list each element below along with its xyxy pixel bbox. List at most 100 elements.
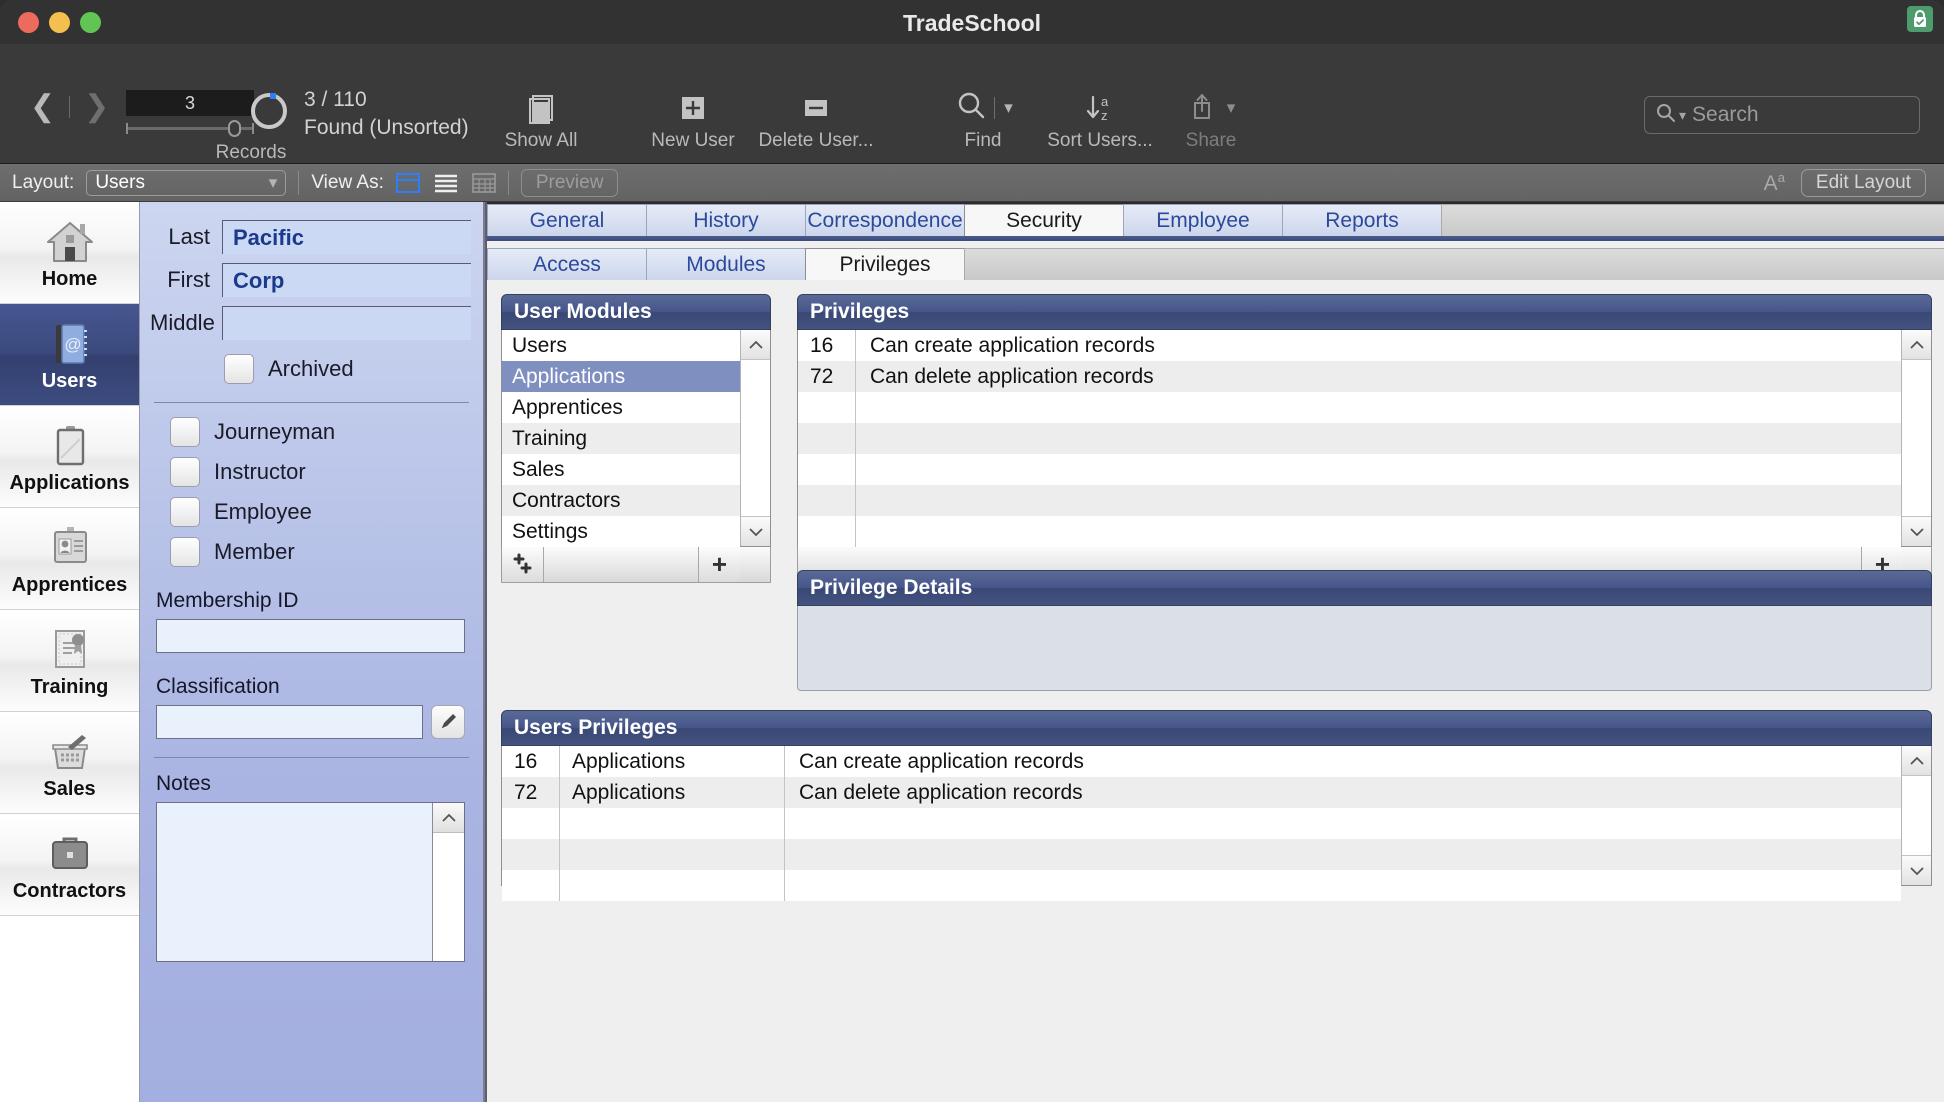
journeyman-checkbox[interactable] bbox=[170, 417, 200, 447]
tab-reports[interactable]: Reports bbox=[1282, 204, 1442, 236]
show-all-button[interactable]: Show All bbox=[466, 86, 616, 152]
users-privileges-scrollbar[interactable] bbox=[1901, 746, 1931, 885]
share-button[interactable]: ▾ Share bbox=[1138, 86, 1284, 152]
list-item[interactable]: Sales bbox=[502, 454, 740, 485]
role-row-journeyman[interactable]: Journeyman bbox=[170, 417, 483, 447]
id-badge-icon bbox=[42, 520, 98, 572]
chevron-up-icon[interactable] bbox=[1902, 330, 1931, 360]
middle-name-input[interactable] bbox=[222, 306, 471, 340]
chevron-down-icon[interactable] bbox=[741, 516, 770, 546]
next-record-button[interactable]: ❯ bbox=[84, 92, 109, 122]
pencil-icon[interactable] bbox=[431, 705, 465, 739]
sidebar-item-apprentices[interactable]: Apprentices bbox=[0, 508, 139, 610]
table-row[interactable] bbox=[798, 516, 1901, 547]
table-row[interactable]: 16 Applications Can create application r… bbox=[502, 746, 1901, 777]
list-item[interactable]: Contractors bbox=[502, 485, 740, 516]
record-slider[interactable] bbox=[126, 119, 254, 137]
user-modules-toolbar-gap bbox=[544, 547, 698, 582]
form-view-icon[interactable] bbox=[395, 172, 420, 193]
role-row-employee[interactable]: Employee bbox=[170, 497, 483, 527]
chevron-down-icon[interactable] bbox=[1902, 516, 1931, 546]
layout-select[interactable]: Users ▾ bbox=[86, 169, 287, 196]
last-name-input[interactable]: Pacific bbox=[222, 220, 471, 254]
delete-user-button[interactable]: Delete User... bbox=[742, 86, 890, 152]
archived-checkbox[interactable] bbox=[224, 354, 254, 384]
list-item[interactable]: Training bbox=[502, 423, 740, 454]
tab-modules[interactable]: Modules bbox=[646, 248, 806, 280]
notes-textarea[interactable] bbox=[156, 802, 465, 962]
share-chevron-down-icon[interactable]: ▾ bbox=[1227, 98, 1236, 118]
classification-input[interactable] bbox=[156, 705, 423, 739]
table-row[interactable]: 16 Can create application records bbox=[798, 330, 1901, 361]
tab-privileges[interactable]: Privileges bbox=[805, 248, 965, 280]
sidebar-item-users[interactable]: @ Users bbox=[0, 304, 139, 406]
first-name-input[interactable]: Corp bbox=[222, 263, 471, 297]
table-row[interactable] bbox=[502, 839, 1901, 870]
chevron-up-icon[interactable] bbox=[433, 803, 464, 833]
last-name-label: Last bbox=[168, 224, 210, 249]
sidebar-item-label: Apprentices bbox=[11, 574, 128, 596]
instructor-checkbox[interactable] bbox=[170, 457, 200, 487]
notes-content[interactable] bbox=[157, 803, 432, 961]
list-item[interactable]: Settings bbox=[502, 516, 740, 547]
classification-label: Classification bbox=[156, 675, 280, 698]
sidebar-item-sales[interactable]: Sales bbox=[0, 712, 139, 814]
previous-record-button[interactable]: ❮ bbox=[30, 92, 55, 122]
table-row[interactable] bbox=[502, 808, 1901, 839]
record-number-field[interactable]: 3 bbox=[126, 90, 254, 116]
list-item[interactable]: Applications bbox=[502, 361, 740, 392]
privileges-scrollbar[interactable] bbox=[1901, 330, 1931, 546]
tab-security[interactable]: Security bbox=[964, 204, 1124, 236]
tab-history[interactable]: History bbox=[646, 204, 806, 236]
chevron-up-icon[interactable] bbox=[1902, 746, 1931, 776]
archived-row[interactable]: Archived bbox=[224, 354, 483, 384]
search-field[interactable]: ▾ Search bbox=[1644, 96, 1920, 134]
list-view-icon[interactable] bbox=[434, 173, 458, 193]
record-slider-thumb[interactable] bbox=[228, 120, 241, 137]
delete-user-label: Delete User... bbox=[758, 130, 874, 151]
lock-check-icon[interactable] bbox=[1907, 6, 1933, 32]
table-row[interactable]: 72 Can delete application records bbox=[798, 361, 1901, 392]
search-chevron-down-icon[interactable]: ▾ bbox=[1679, 107, 1686, 124]
add-module-button[interactable]: + bbox=[698, 547, 740, 582]
role-row-member[interactable]: Member bbox=[170, 537, 483, 567]
field-row-first: First Corp bbox=[150, 263, 471, 297]
sidebar-item-home[interactable]: Home bbox=[0, 202, 139, 304]
preview-button[interactable]: Preview bbox=[520, 168, 619, 197]
table-row[interactable] bbox=[798, 485, 1901, 516]
chevron-up-icon[interactable] bbox=[741, 330, 770, 360]
notes-scrollbar[interactable] bbox=[432, 803, 464, 961]
search-input[interactable]: Search bbox=[1692, 103, 1759, 127]
sidebar-item-contractors[interactable]: Contractors bbox=[0, 814, 139, 916]
table-row[interactable] bbox=[798, 423, 1901, 454]
list-item[interactable]: Users bbox=[502, 330, 740, 361]
table-row[interactable] bbox=[798, 392, 1901, 423]
tab-access[interactable]: Access bbox=[487, 248, 647, 280]
user-modules-scrollbar[interactable] bbox=[740, 330, 770, 546]
employee-checkbox[interactable] bbox=[170, 497, 200, 527]
member-checkbox[interactable] bbox=[170, 537, 200, 567]
tab-general[interactable]: General bbox=[487, 204, 647, 236]
role-row-instructor[interactable]: Instructor bbox=[170, 457, 483, 487]
privilege-id bbox=[798, 392, 856, 423]
found-set-pie-icon[interactable] bbox=[248, 90, 290, 132]
membership-id-input[interactable] bbox=[156, 619, 465, 653]
tab-correspondence[interactable]: Correspondence bbox=[805, 204, 965, 236]
window-body: Home @ Users Applications Apprentices Tr… bbox=[0, 202, 1944, 1102]
text-size-icon[interactable]: Aa bbox=[1764, 170, 1785, 196]
table-row[interactable] bbox=[798, 454, 1901, 485]
table-row[interactable] bbox=[502, 870, 1901, 901]
add-multiple-modules-button[interactable] bbox=[502, 547, 544, 582]
list-item[interactable]: Apprentices bbox=[502, 392, 740, 423]
edit-layout-button[interactable]: Edit Layout bbox=[1800, 168, 1926, 197]
sidebar-item-applications[interactable]: Applications bbox=[0, 406, 139, 508]
table-view-icon[interactable] bbox=[472, 172, 496, 193]
privilege-description: Can create application records bbox=[870, 333, 1155, 357]
chevron-down-icon[interactable]: ▾ bbox=[1004, 98, 1013, 118]
sidebar-item-label: Home bbox=[41, 268, 98, 290]
tab-employee[interactable]: Employee bbox=[1123, 204, 1283, 236]
table-row[interactable]: 72 Applications Can delete application r… bbox=[502, 777, 1901, 808]
minus-square-icon bbox=[742, 86, 890, 130]
sidebar-item-training[interactable]: Training bbox=[0, 610, 139, 712]
chevron-down-icon[interactable] bbox=[1902, 855, 1931, 885]
